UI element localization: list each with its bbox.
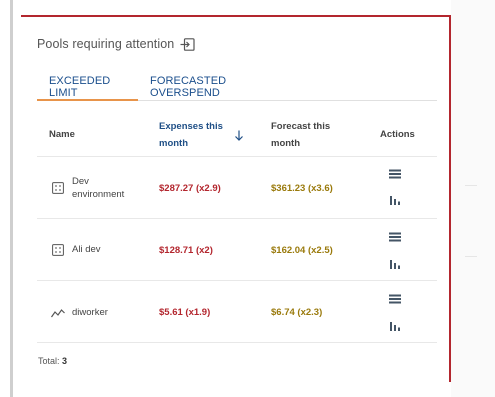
column-header-expenses[interactable]: Expenses this month <box>159 118 223 152</box>
tab-exceeded-limit[interactable]: EXCEEDED LIMIT <box>37 75 138 101</box>
pool-name-line2: environment <box>72 189 125 200</box>
list-icon[interactable] <box>388 232 402 242</box>
page-left-border <box>10 0 13 397</box>
expenses-value: $287.27 (x2.9) <box>159 183 221 194</box>
row-divider <box>37 280 437 281</box>
row-divider <box>37 218 437 219</box>
forecast-value: $361.23 (x3.6) <box>271 183 333 194</box>
column-header-expenses-line1: Expenses this <box>159 121 223 132</box>
trend-line-icon <box>51 308 65 318</box>
column-header-name[interactable]: Name <box>49 129 75 140</box>
list-icon[interactable] <box>388 169 402 179</box>
expenses-value: $128.71 (x2) <box>159 245 213 256</box>
total-count: Total: 3 <box>38 356 67 366</box>
row-divider <box>37 342 437 343</box>
bar-chart-icon[interactable] <box>388 194 402 205</box>
bar-chart-icon[interactable] <box>388 320 402 331</box>
header-divider <box>37 156 437 157</box>
column-header-forecast-line1: Forecast this <box>271 121 331 132</box>
expenses-value: $5.61 (x1.9) <box>159 307 211 318</box>
column-header-forecast[interactable]: Forecast this month <box>271 118 330 152</box>
column-header-expenses-line2: month <box>159 138 189 149</box>
open-link-icon[interactable] <box>180 37 195 51</box>
table-row-name: Dev environment <box>51 175 142 201</box>
adjacent-panel <box>451 0 495 397</box>
pool-grid-icon <box>51 182 65 194</box>
forecast-value: $162.04 (x2.5) <box>271 245 333 256</box>
tab-bar: EXCEEDED LIMIT FORECASTED OVERSPEND <box>37 75 437 101</box>
tab-forecasted-overspend[interactable]: FORECASTED OVERSPEND <box>150 75 290 101</box>
pools-requiring-attention-card: Pools requiring attention EXCEEDED LIMIT… <box>21 15 451 382</box>
pool-grid-icon <box>51 243 65 256</box>
total-value: 3 <box>62 356 68 366</box>
list-icon[interactable] <box>388 294 402 304</box>
divider <box>465 256 477 257</box>
table-row-name: diworker <box>51 306 142 319</box>
forecast-value: $6.74 (x2.3) <box>271 307 323 318</box>
column-header-actions: Actions <box>380 129 415 140</box>
widget-title-label: Pools requiring attention <box>37 37 175 51</box>
column-header-forecast-line2: month <box>271 138 301 149</box>
pool-name-link[interactable]: diworker <box>72 306 142 319</box>
pool-name-line1: Dev <box>72 176 89 187</box>
bar-chart-icon[interactable] <box>388 258 402 269</box>
total-label: Total: <box>38 356 60 366</box>
widget-title: Pools requiring attention <box>37 37 195 51</box>
table-row-name: Ali dev <box>51 243 142 256</box>
arrow-down-icon[interactable] <box>234 130 244 144</box>
pool-name-link[interactable]: Dev environment <box>72 175 142 201</box>
divider <box>465 185 477 186</box>
pool-name-link[interactable]: Ali dev <box>72 243 142 256</box>
